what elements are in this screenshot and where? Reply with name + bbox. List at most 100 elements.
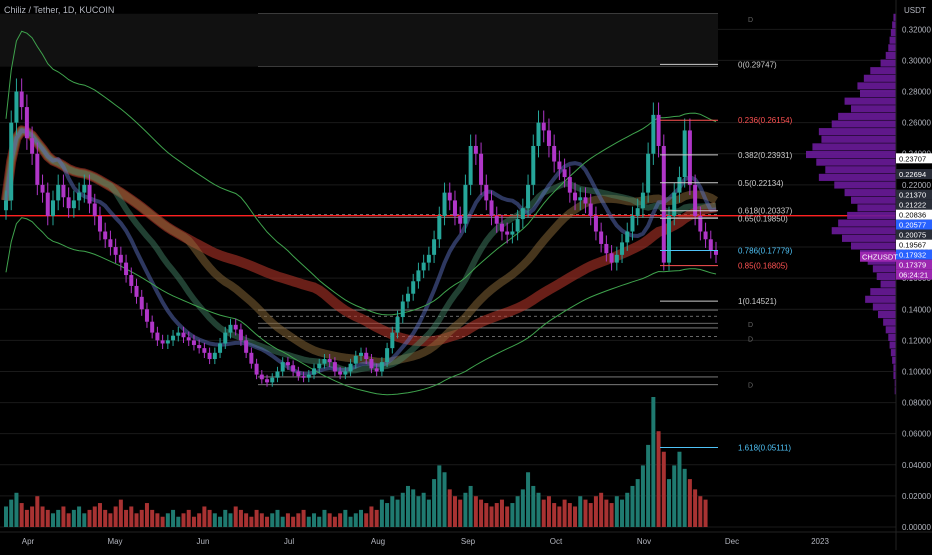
candle-body bbox=[667, 215, 672, 263]
candle-body bbox=[108, 239, 113, 248]
volume-bar bbox=[108, 513, 113, 527]
candle-body bbox=[291, 365, 296, 372]
candle-body bbox=[56, 184, 61, 201]
volume-bar bbox=[369, 506, 374, 527]
candle-body bbox=[546, 130, 551, 146]
candle-body bbox=[583, 197, 588, 204]
volume-bar bbox=[573, 506, 578, 527]
x-tick-label: Apr bbox=[22, 537, 35, 546]
volume-bar bbox=[604, 499, 609, 527]
candle-body bbox=[416, 270, 421, 282]
volume-bar bbox=[97, 503, 102, 527]
volume-bar bbox=[176, 516, 181, 527]
candle-body bbox=[50, 200, 55, 216]
profile-bar bbox=[844, 189, 896, 197]
chart: D D D D 0(0.29747) 0.236(0.26154) 0.382(0.239… bbox=[0, 0, 932, 550]
candle-body bbox=[165, 340, 170, 344]
candle-body bbox=[40, 184, 45, 193]
x-tick-label: 2023 bbox=[811, 537, 829, 546]
x-tick-label: Dec bbox=[725, 537, 739, 546]
candle-body bbox=[604, 243, 609, 254]
y-tick-label: 0.22000 bbox=[902, 181, 931, 190]
volume-bar bbox=[77, 506, 82, 527]
volume-bar bbox=[212, 513, 217, 527]
profile-bar bbox=[851, 242, 896, 250]
candle-body bbox=[526, 184, 531, 209]
volume-bar bbox=[61, 506, 66, 527]
volume-bar bbox=[301, 509, 306, 527]
volume-bar bbox=[223, 509, 228, 527]
level-marker: D bbox=[748, 322, 753, 329]
volume-bar bbox=[364, 513, 369, 527]
fib-label: 0.382(0.23931) bbox=[738, 151, 793, 160]
volume-bar bbox=[682, 468, 687, 527]
candle-body bbox=[369, 359, 374, 369]
volume-bar bbox=[667, 479, 672, 527]
volume-bar bbox=[463, 492, 468, 527]
candle-body bbox=[233, 324, 238, 330]
profile-bar bbox=[851, 105, 896, 113]
y-tick-label: 0.02000 bbox=[902, 492, 931, 501]
candle-body bbox=[249, 352, 254, 364]
volume-bar bbox=[244, 513, 249, 527]
volume-bar bbox=[332, 516, 337, 527]
volume-bar bbox=[400, 492, 405, 527]
profile-bar bbox=[863, 74, 896, 82]
volume-bar bbox=[285, 513, 290, 527]
candle-body bbox=[61, 184, 66, 198]
volume-bar bbox=[567, 503, 572, 527]
profile-bar bbox=[889, 36, 896, 44]
x-tick-label: Aug bbox=[371, 537, 385, 546]
y-tick-label: 0.14000 bbox=[902, 305, 931, 314]
volume-bar bbox=[338, 513, 343, 527]
candle-body bbox=[599, 231, 604, 244]
price-label-text: 0.20075 bbox=[899, 231, 926, 240]
fib-label: 1.618(0.05111) bbox=[738, 444, 791, 453]
volume-bar bbox=[562, 499, 567, 527]
candle-body bbox=[578, 197, 583, 201]
candle-body bbox=[144, 309, 149, 322]
candle-body bbox=[171, 335, 176, 341]
profile-bar bbox=[870, 288, 896, 296]
candle-body bbox=[557, 161, 562, 170]
candle-body bbox=[374, 368, 379, 372]
price-label-text: 06:24:21 bbox=[899, 271, 928, 280]
profile-bar bbox=[890, 29, 896, 37]
profile-bar bbox=[825, 166, 896, 174]
candle-body bbox=[468, 145, 473, 185]
candle-body bbox=[531, 145, 536, 185]
profile-bar bbox=[821, 135, 896, 143]
candle-body bbox=[207, 352, 212, 360]
volume-bar bbox=[437, 465, 442, 527]
symbol-tag-text: CHZUSDT bbox=[862, 253, 898, 262]
candle-body bbox=[150, 321, 155, 333]
volume-bar bbox=[578, 496, 583, 527]
profile-bar bbox=[831, 227, 896, 235]
fib-label: 0.236(0.26154) bbox=[738, 116, 793, 125]
candle-body bbox=[510, 231, 515, 235]
volume-bar bbox=[625, 492, 630, 527]
profile-bar bbox=[838, 112, 896, 120]
x-tick-label: Jul bbox=[284, 537, 294, 546]
level-marker: D bbox=[748, 383, 753, 390]
profile-bar bbox=[876, 272, 896, 280]
candle-body bbox=[520, 208, 525, 220]
volume-bar bbox=[447, 489, 452, 527]
candle-body bbox=[499, 223, 504, 232]
volume-bar bbox=[583, 499, 588, 527]
fib-label: 0.786(0.17779) bbox=[738, 246, 793, 255]
volume-bar bbox=[19, 503, 24, 527]
candle-body bbox=[338, 371, 343, 375]
volume-bar bbox=[207, 509, 212, 527]
volume-bar bbox=[348, 516, 353, 527]
candle-body bbox=[312, 368, 317, 375]
candle-body bbox=[687, 130, 692, 185]
volume-bar bbox=[124, 509, 129, 527]
candle-body bbox=[536, 122, 541, 146]
volume-bar bbox=[30, 506, 35, 527]
candle-body bbox=[635, 208, 640, 216]
candle-body bbox=[593, 215, 598, 232]
price-label-text: 0.22694 bbox=[899, 170, 926, 179]
profile-bar bbox=[885, 51, 896, 59]
candle-body bbox=[693, 184, 698, 216]
